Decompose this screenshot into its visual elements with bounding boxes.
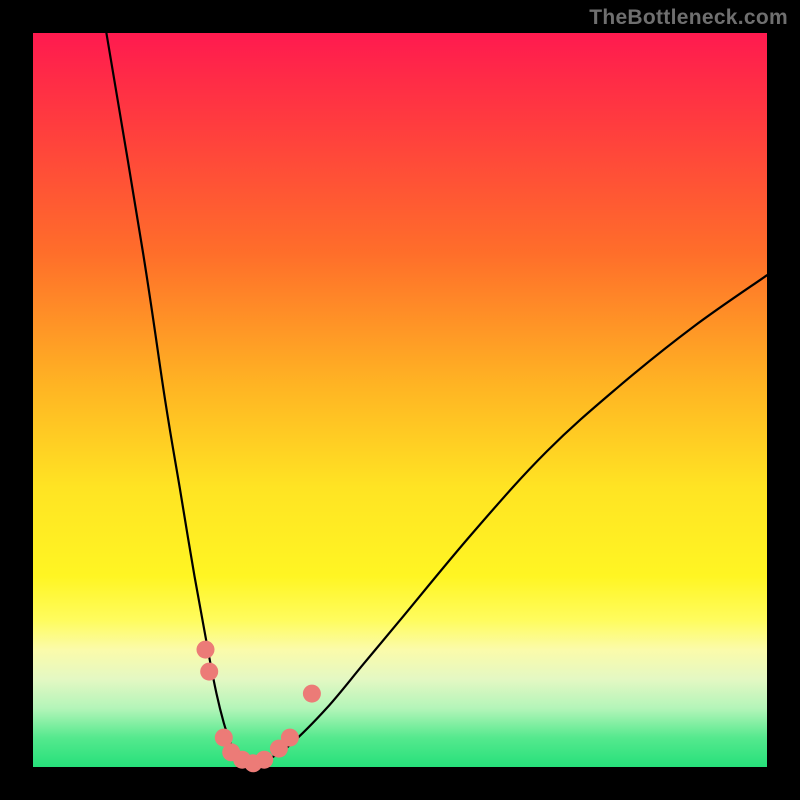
- data-marker: [200, 663, 218, 681]
- bottleneck-chart: [33, 33, 767, 767]
- data-marker: [197, 641, 215, 659]
- marker-group: [197, 641, 321, 773]
- data-marker: [281, 729, 299, 747]
- data-marker: [255, 751, 273, 769]
- attribution-label: TheBottleneck.com: [589, 6, 788, 30]
- data-marker: [303, 685, 321, 703]
